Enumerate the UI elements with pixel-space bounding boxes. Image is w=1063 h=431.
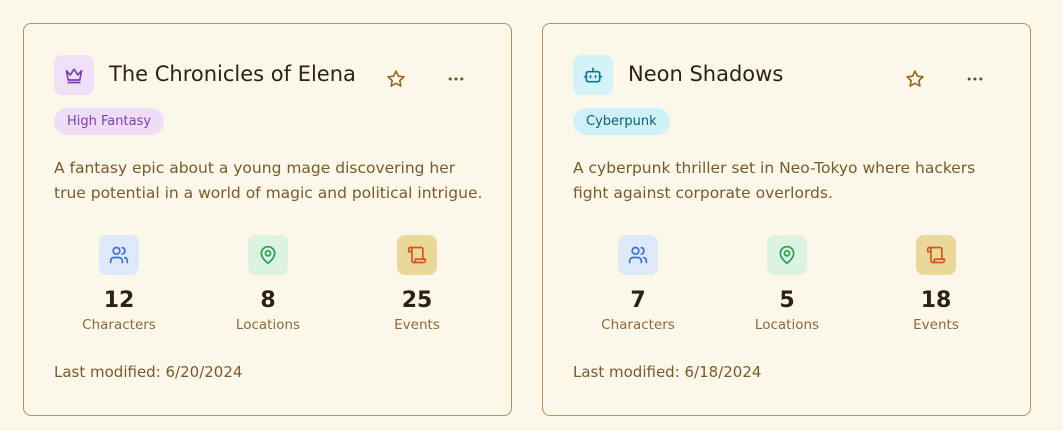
last-modified: Last modified: 6/18/2024	[573, 363, 762, 381]
project-description: A fantasy epic about a young mage discov…	[54, 159, 483, 202]
genre-tag: Cyberpunk	[573, 108, 670, 135]
favorite-button[interactable]	[384, 67, 408, 91]
robot-icon	[583, 67, 603, 83]
scroll-icon	[407, 246, 427, 264]
project-card[interactable]: The Chronicles of Elena High Fantasy A f…	[23, 23, 512, 416]
crown-icon-tile	[54, 55, 94, 95]
favorite-button[interactable]	[903, 67, 927, 91]
events-icon-tile	[916, 235, 956, 275]
characters-count: 7	[630, 288, 646, 313]
more-options-button[interactable]	[963, 67, 987, 91]
users-icon	[109, 246, 129, 264]
more-horizontal-icon	[448, 77, 464, 81]
locations-icon-tile	[767, 235, 807, 275]
last-modified: Last modified: 6/20/2024	[54, 363, 243, 381]
project-title[interactable]: The Chronicles of Elena	[109, 62, 356, 86]
project-description: A cyberpunk thriller set in Neo-Tokyo wh…	[573, 159, 976, 202]
project-title[interactable]: Neon Shadows	[628, 62, 783, 86]
genre-tag: High Fantasy	[54, 108, 165, 135]
characters-count: 12	[103, 288, 135, 313]
stat-events: 25 Events	[352, 235, 482, 334]
locations-label: Locations	[235, 317, 301, 333]
characters-label: Characters	[82, 317, 156, 333]
characters-label: Characters	[601, 317, 675, 333]
more-horizontal-icon	[967, 77, 983, 81]
characters-icon-tile	[618, 235, 658, 275]
events-count: 18	[920, 288, 952, 313]
users-icon	[628, 246, 648, 264]
characters-icon-tile	[99, 235, 139, 275]
map-pin-icon	[260, 245, 276, 265]
robot-icon-tile	[573, 55, 613, 95]
stat-locations: 5 Locations	[722, 235, 852, 334]
locations-count: 8	[260, 288, 276, 313]
stat-characters: 7 Characters	[573, 235, 703, 334]
locations-icon-tile	[248, 235, 288, 275]
stat-events: 18 Events	[871, 235, 1001, 334]
crown-icon	[65, 68, 83, 84]
more-options-button[interactable]	[444, 67, 468, 91]
events-count: 25	[401, 288, 433, 313]
events-label: Events	[913, 317, 959, 333]
stat-characters: 12 Characters	[54, 235, 184, 334]
scroll-icon	[926, 246, 946, 264]
star-icon	[387, 70, 405, 87]
stat-locations: 8 Locations	[203, 235, 333, 334]
events-label: Events	[394, 317, 440, 333]
project-card[interactable]: Neon Shadows Cyberpunk A cyberpunk thril…	[542, 23, 1031, 416]
events-icon-tile	[397, 235, 437, 275]
star-icon	[906, 70, 924, 87]
map-pin-icon	[779, 245, 795, 265]
locations-label: Locations	[754, 317, 820, 333]
locations-count: 5	[779, 288, 795, 313]
